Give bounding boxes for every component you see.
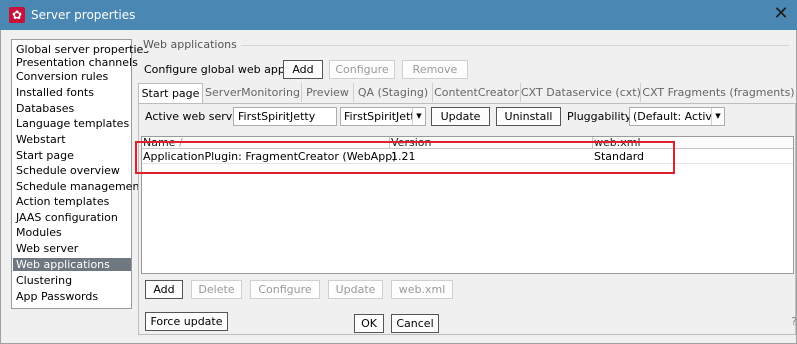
sidebar-item-presentation-channels[interactable]: Presentation channels [13, 56, 138, 69]
configure-global-label: Configure global web apps: [144, 63, 295, 76]
sidebar-item-action-templates[interactable]: Action templates [13, 195, 131, 208]
tab-panel-start-page: Active web server: FirstSpiritJetty ▼ Up… [138, 103, 796, 335]
web-server-select-value: FirstSpiritJetty [344, 110, 422, 123]
sidebar-item-databases[interactable]: Databases [13, 102, 131, 115]
delete-webapp-button[interactable]: Delete [191, 280, 242, 299]
cell-version: 1.21 [391, 150, 416, 163]
update-server-button[interactable]: Update [431, 107, 490, 126]
sidebar-item-clustering[interactable]: Clustering [13, 274, 131, 287]
sidebar-item-global-server-properties[interactable]: Global server properties [13, 43, 149, 56]
sort-indicator-icon: / [178, 136, 183, 149]
tab-content-creator[interactable]: ContentCreator [433, 83, 521, 102]
sidebar-item-start-page[interactable]: Start page [13, 149, 131, 162]
column-header-version[interactable]: Version [390, 137, 593, 149]
sidebar-nav: Global server properties Presentation ch… [11, 39, 149, 309]
configure-webapp-button[interactable]: Configure [250, 280, 320, 299]
sidebar-item-conversion-rules[interactable]: Conversion rules [13, 70, 131, 83]
tab-cxt-fragments[interactable]: CXT Fragments (fragments) [641, 83, 796, 102]
force-update-button[interactable]: Force update [145, 312, 228, 331]
chevron-down-icon: ▼ [711, 108, 724, 125]
table-header: Name / Version web.xml [142, 137, 793, 149]
tab-preview[interactable]: Preview [302, 83, 354, 102]
webapps-table: Name / Version web.xml ApplicationPlugin… [141, 136, 794, 274]
cell-name: ApplicationPlugin: FragmentCreator (WebA… [143, 150, 397, 163]
sidebar-item-jaas-configuration[interactable]: JAAS configuration [13, 211, 131, 224]
sidebar-item-language-templates[interactable]: Language templates [13, 117, 131, 130]
group-divider [233, 45, 789, 46]
close-icon[interactable]: ✕ [771, 4, 791, 24]
active-web-server-label: Active web server: [145, 110, 248, 123]
window-titlebar: ✿ Server properties ✕ [0, 0, 797, 30]
sidebar-item-schedule-overview[interactable]: Schedule overview [13, 164, 131, 177]
group-title: Web applications [143, 38, 241, 51]
configure-global-button[interactable]: Configure [329, 60, 395, 79]
table-row[interactable]: ApplicationPlugin: FragmentCreator (WebA… [142, 150, 793, 164]
sidebar-item-web-applications[interactable]: Web applications [13, 258, 131, 271]
pluggability-select[interactable]: (Default: Active) ▼ [629, 107, 725, 126]
update-webapp-button[interactable]: Update [328, 280, 383, 299]
sidebar-item-app-passwords[interactable]: App Passwords [13, 290, 131, 303]
gear-icon: ✿ [9, 7, 25, 23]
pluggability-select-value: (Default: Active) [633, 110, 724, 123]
column-header-name[interactable]: Name / [142, 137, 390, 149]
tab-start-page[interactable]: Start page [138, 83, 203, 103]
sidebar-item-web-server[interactable]: Web server [13, 242, 131, 255]
cancel-button[interactable]: Cancel [391, 314, 439, 333]
cell-webxml: Standard [594, 150, 645, 163]
help-icon[interactable]: ? [791, 315, 797, 328]
ok-button[interactable]: OK [354, 314, 384, 333]
tab-server-monitoring[interactable]: ServerMonitoring [204, 83, 302, 102]
tab-cxt-dataservice[interactable]: CXT Dataservice (cxt) [521, 83, 641, 102]
pluggability-label: Pluggability: [567, 110, 635, 123]
remove-global-button[interactable]: Remove [402, 60, 468, 79]
chevron-down-icon: ▼ [412, 108, 425, 125]
tab-qa-staging[interactable]: QA (Staging) [354, 83, 433, 102]
web-server-select[interactable]: FirstSpiritJetty ▼ [340, 107, 426, 126]
sidebar-item-schedule-management[interactable]: Schedule management [13, 180, 144, 193]
sidebar-item-modules[interactable]: Modules [13, 226, 131, 239]
webxml-button[interactable]: web.xml [391, 280, 453, 299]
add-webapp-button[interactable]: Add [145, 280, 183, 299]
add-global-button[interactable]: Add [283, 60, 323, 79]
active-web-server-field[interactable] [233, 107, 337, 126]
window-title: Server properties [31, 8, 136, 22]
uninstall-button[interactable]: Uninstall [496, 107, 561, 126]
dialog-content: Global server properties Presentation ch… [0, 30, 797, 344]
sidebar-item-installed-fonts[interactable]: Installed fonts [13, 86, 131, 99]
column-header-webxml[interactable]: web.xml [593, 137, 793, 149]
sidebar-item-webstart[interactable]: Webstart [13, 133, 131, 146]
